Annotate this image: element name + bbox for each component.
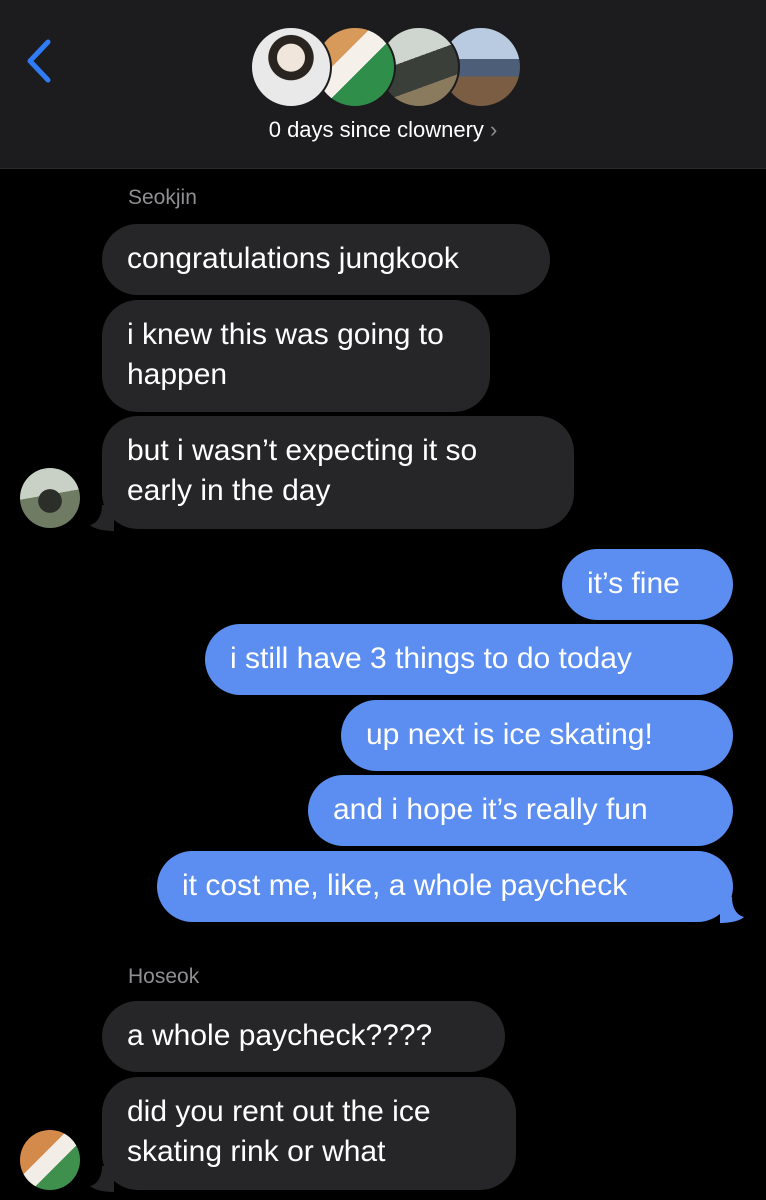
chevron-left-icon [27,39,51,83]
message-bubble-incoming[interactable]: congratulations jungkook [102,224,550,295]
avatar[interactable] [20,468,80,528]
avatar[interactable] [20,1130,80,1190]
bubble-tail [720,897,744,923]
sender-name: Hoseok [128,965,200,988]
message-bubble-incoming[interactable]: did you rent out the ice skating rink or… [102,1077,516,1190]
bubble-tail [90,505,114,531]
message-text: and i hope it’s really fun [333,793,648,826]
message-bubble-outgoing[interactable]: and i hope it’s really fun [308,775,733,846]
message-text: up next is ice skating! [366,718,653,751]
back-button[interactable] [24,38,58,84]
message-text: did you rent out the ice skating rink or… [127,1095,431,1168]
message-text: it’s fine [587,567,680,600]
message-bubble-incoming[interactable]: a whole paycheck???? [102,1001,505,1072]
group-title-text: 0 days since clownery [268,117,484,142]
message-text: i still have 3 things to do today [230,642,632,675]
message-text: i knew this was going to happen [127,318,444,391]
conversation-header: 0 days since clownery › [0,0,766,169]
message-text: but i wasn’t expecting it so early in th… [127,434,478,507]
sender-name: Seokjin [128,186,197,209]
message-bubble-incoming[interactable]: but i wasn’t expecting it so early in th… [102,416,574,529]
message-text: it cost me, like, a whole paycheck [182,869,628,902]
group-avatars[interactable] [250,26,522,108]
bubble-tail [90,1166,114,1192]
message-bubble-outgoing[interactable]: i still have 3 things to do today [205,624,733,695]
group-title[interactable]: 0 days since clownery › [0,117,766,143]
message-text: a whole paycheck???? [127,1019,433,1052]
message-bubble-outgoing[interactable]: it cost me, like, a whole paycheck [157,851,733,922]
message-bubble-incoming[interactable]: i knew this was going to happen [102,300,490,412]
message-bubble-outgoing[interactable]: it’s fine [562,549,733,620]
chevron-right-icon: › [489,117,498,142]
message-text: congratulations jungkook [127,242,459,275]
avatar [250,26,332,108]
message-bubble-outgoing[interactable]: up next is ice skating! [341,700,733,771]
